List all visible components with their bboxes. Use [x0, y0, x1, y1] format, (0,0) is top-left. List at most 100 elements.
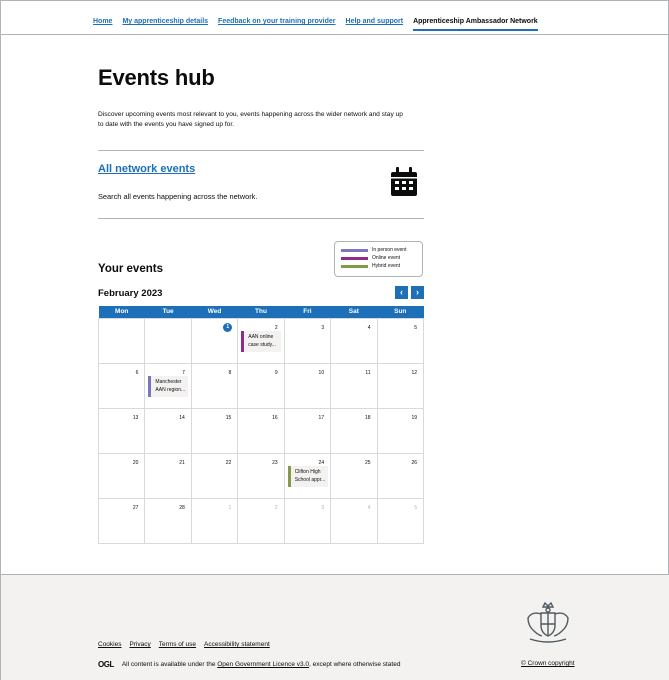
nav-apprenticeship-details[interactable]: My apprenticeship details — [122, 18, 208, 31]
day-number: 20 — [132, 459, 139, 466]
event-hybrid[interactable]: Clifton High School appr... — [287, 465, 328, 487]
today-marker: 1 — [223, 322, 233, 332]
calendar-day-next-month: 3 — [283, 497, 332, 544]
calendar-day: 7 Manchester AAN region... — [144, 362, 192, 409]
legend-swatch — [341, 264, 368, 268]
day-header: Fri — [284, 306, 331, 318]
day-number: 2 — [274, 504, 278, 511]
network-description: Search all events happening across the n… — [98, 192, 258, 201]
day-number: 25 — [364, 459, 371, 466]
site-footer: Cookies Privacy Terms of use Accessibili… — [1, 574, 669, 680]
divider — [98, 150, 424, 151]
calendar-month: February 2023 — [98, 288, 163, 299]
calendar-day: 21 — [144, 452, 192, 499]
calendar-day: 25 — [330, 452, 378, 499]
legend-item-online: Online event — [341, 254, 416, 262]
calendar-day-next-month: 4 — [330, 497, 378, 544]
calendar-day-next-month: 1 — [190, 497, 239, 544]
nav-ambassador-network[interactable]: Apprenticeship Ambassador Network — [413, 18, 538, 31]
day-header: Tue — [144, 306, 192, 318]
legend-label: Online event — [372, 255, 401, 261]
day-number: 18 — [364, 414, 371, 421]
calendar-day: 27 — [97, 497, 146, 544]
all-network-events-link[interactable]: All network events — [98, 163, 195, 175]
calendar-day: 15 — [190, 407, 239, 454]
nav-help-support[interactable]: Help and support — [346, 18, 404, 31]
divider — [98, 218, 424, 219]
legend-label: Hybrid event — [372, 263, 401, 269]
page-title: Events hub — [98, 65, 215, 90]
event-online[interactable]: AAN online case study... — [241, 330, 282, 352]
crown-copyright-link[interactable]: © Crown copyright — [521, 660, 575, 667]
calendar-day: 26 — [376, 452, 425, 499]
event-type-legend: In person event Online event Hybrid even… — [334, 241, 423, 277]
legend-swatch — [341, 256, 368, 260]
calendar-day: 8 — [190, 362, 239, 409]
footer-link-terms[interactable]: Terms of use — [159, 641, 196, 648]
calendar-day: 24 Clifton High School appr... — [283, 452, 332, 499]
events-calendar: Mon Tue Wed Thu Fri Sat Sun 1 2 AAN onli… — [97, 306, 425, 544]
calendar-day: 13 — [97, 407, 146, 454]
calendar-icon — [391, 167, 417, 196]
calendar-day: 23 — [237, 452, 285, 499]
day-number: 21 — [179, 459, 185, 466]
calendar-day — [144, 317, 192, 364]
day-number: 22 — [225, 459, 232, 466]
day-header: Wed — [191, 306, 238, 318]
footer-links: Cookies Privacy Terms of use Accessibili… — [98, 641, 270, 648]
day-number: 10 — [318, 369, 325, 376]
day-number: 4 — [367, 504, 371, 511]
day-number: 5 — [414, 504, 417, 511]
calendar-day — [97, 317, 146, 364]
calendar-day: 28 — [144, 497, 192, 544]
page-lede: Discover upcoming events most relevant t… — [98, 111, 403, 128]
footer-link-privacy[interactable]: Privacy — [129, 641, 150, 648]
calendar-day-next-month: 5 — [376, 497, 425, 544]
day-number: 19 — [411, 414, 417, 421]
day-number: 6 — [135, 369, 139, 376]
day-number: 28 — [179, 504, 185, 511]
calendar-day: 11 — [330, 362, 378, 409]
previous-month-button[interactable]: ‹ — [395, 286, 408, 299]
calendar-day-today: 1 — [190, 317, 239, 364]
licence-suffix: , except where otherwise stated — [309, 661, 401, 668]
day-number: 23 — [272, 459, 278, 466]
calendar-day: 5 — [376, 317, 425, 364]
calendar-day: 3 — [283, 317, 332, 364]
calendar-day: 4 — [330, 317, 378, 364]
nav-feedback[interactable]: Feedback on your training provider — [218, 18, 335, 31]
calendar-day: 18 — [330, 407, 378, 454]
day-number: 3 — [321, 324, 325, 331]
calendar-day: 10 — [283, 362, 332, 409]
day-number: 15 — [225, 414, 232, 421]
legend-item-in-person: In person event — [341, 246, 416, 254]
day-number: 17 — [318, 414, 325, 421]
open-government-licence-link[interactable]: Open Government Licence v3.0 — [217, 661, 309, 668]
ogl-logo: OGL — [98, 660, 114, 669]
legend-swatch — [341, 248, 368, 252]
next-month-button[interactable]: › — [411, 286, 424, 299]
your-events-heading: Your events — [98, 263, 163, 275]
day-number: 8 — [228, 369, 232, 376]
calendar-day-next-month: 2 — [237, 497, 285, 544]
day-number: 5 — [414, 324, 417, 331]
calendar-day: 22 — [190, 452, 239, 499]
day-number: 12 — [411, 369, 417, 376]
licence-statement: OGL All content is available under the O… — [98, 660, 400, 669]
day-number: 14 — [179, 414, 185, 421]
footer-link-cookies[interactable]: Cookies — [98, 641, 121, 648]
day-number: 27 — [132, 504, 139, 511]
day-number: 3 — [321, 504, 325, 511]
day-header: Sat — [330, 306, 378, 318]
royal-coat-of-arms-icon — [527, 601, 569, 643]
footer-link-accessibility[interactable]: Accessibility statement — [204, 641, 270, 648]
calendar-day: 2 AAN online case study... — [237, 317, 285, 364]
nav-home[interactable]: Home — [93, 18, 112, 31]
event-in-person[interactable]: Manchester AAN region... — [148, 375, 189, 397]
day-number: 13 — [132, 414, 139, 421]
calendar-day: 12 — [376, 362, 425, 409]
day-number: 9 — [274, 369, 278, 376]
licence-prefix: All content is available under the — [121, 661, 216, 668]
day-number: 26 — [411, 459, 417, 466]
day-header: Mon — [98, 306, 145, 318]
